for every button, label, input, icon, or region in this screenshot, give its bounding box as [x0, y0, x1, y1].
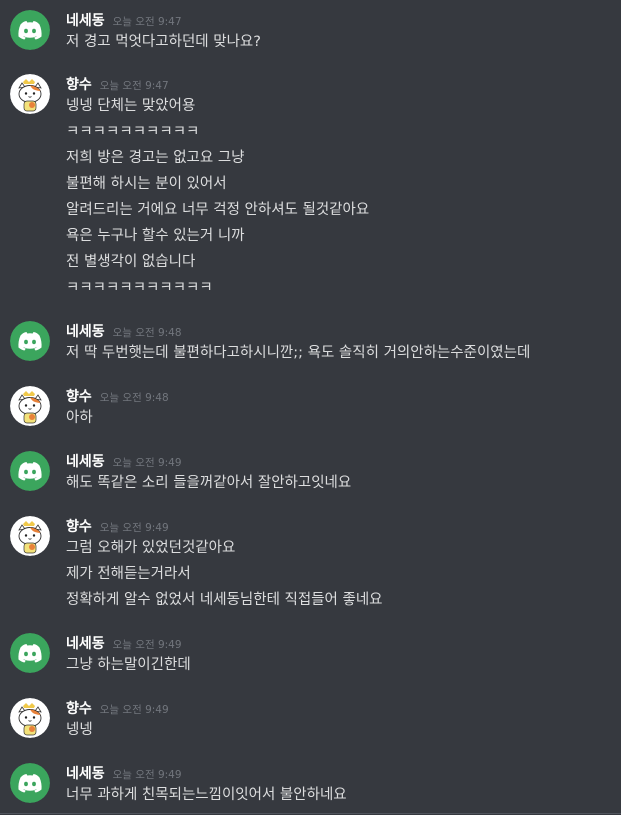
author-name[interactable]: 네세동 [66, 633, 105, 653]
message-text: 제가 전해듣는거라서 [66, 566, 191, 582]
message-text: 불편해 하시는 분이 있어서 [66, 176, 227, 192]
message-text: ㅋㅋㅋㅋㅋㅋㅋㅋㅋㅋㅋ [66, 280, 213, 296]
author-name[interactable]: 네세동 [66, 10, 105, 30]
message-timestamp: 오늘 오전 9:48 [112, 327, 182, 339]
author-name[interactable]: 향수 [66, 698, 92, 718]
message-text: 저 딱 두번햇는데 불편하다고하시니깐;; 욕도 솔직히 거의안하는수준이였는데 [66, 345, 531, 361]
message-text: 그냥 하는말이긴한데 [66, 657, 191, 673]
message-text: 정확하게 알수 없었서 네세동님한테 직접들어 좋네요 [66, 592, 383, 608]
bottom-edge [0, 813, 621, 814]
discord-logo-icon[interactable] [10, 10, 50, 50]
message-header: 향수 오늘 오전 9:49 [66, 516, 169, 536]
cat-avatar-icon[interactable] [10, 516, 50, 556]
author-name[interactable]: 향수 [66, 516, 92, 536]
message-timestamp: 오늘 오전 9:48 [99, 392, 169, 404]
message-timestamp: 오늘 오전 9:49 [99, 522, 169, 534]
message-header: 네세동 오늘 오전 9:49 [66, 451, 182, 471]
message-timestamp: 오늘 오전 9:49 [112, 457, 182, 469]
message-timestamp: 오늘 오전 9:47 [112, 16, 182, 28]
message-header: 향수 오늘 오전 9:48 [66, 386, 169, 406]
chat-message-list: 네세동 오늘 오전 9:47 저 경고 먹엇다고하던데 맞나요? 향수 오늘 오전 9:… [0, 0, 621, 815]
message-header: 네세동 오늘 오전 9:48 [66, 321, 182, 341]
message-header: 네세동 오늘 오전 9:47 [66, 10, 182, 30]
author-name[interactable]: 향수 [66, 74, 92, 94]
message-text: 해도 똑같은 소리 들을꺼같아서 잘안하고잇네요 [66, 475, 352, 491]
message-text: 넹넹 [66, 722, 93, 738]
author-name[interactable]: 향수 [66, 386, 92, 406]
discord-logo-icon[interactable] [10, 633, 50, 673]
cat-avatar-icon[interactable] [10, 698, 50, 738]
message-text: 아하 [66, 410, 93, 426]
message-text: 욕은 누구나 할수 있는거 니까 [66, 228, 245, 244]
cat-avatar-icon[interactable] [10, 74, 50, 114]
message-text: 너무 과하게 친목되는느낌이잇어서 불안하네요 [66, 787, 347, 803]
message-text: 알려드리는 거에요 너무 걱정 안하셔도 될것같아요 [66, 202, 370, 218]
message-header: 네세동 오늘 오전 9:49 [66, 763, 182, 783]
message-text: ㅋㅋㅋㅋㅋㅋㅋㅋㅋㅋ [66, 124, 200, 140]
discord-logo-icon[interactable] [10, 451, 50, 491]
message-timestamp: 오늘 오전 9:49 [112, 769, 182, 781]
discord-logo-icon[interactable] [10, 321, 50, 361]
message-text: 그럼 오해가 있었던것같아요 [66, 540, 236, 556]
message-header: 향수 오늘 오전 9:47 [66, 74, 169, 94]
message-timestamp: 오늘 오전 9:49 [99, 704, 169, 716]
message-text: 저 경고 먹엇다고하던데 맞나요? [66, 34, 261, 50]
author-name[interactable]: 네세동 [66, 321, 105, 341]
message-header: 향수 오늘 오전 9:49 [66, 698, 169, 718]
message-text: 전 별생각이 없습니다 [66, 254, 196, 270]
message-timestamp: 오늘 오전 9:49 [112, 639, 182, 651]
message-timestamp: 오늘 오전 9:47 [99, 80, 169, 92]
message-text: 저희 방은 경고는 없고요 그냥 [66, 150, 245, 166]
discord-logo-icon[interactable] [10, 763, 50, 803]
author-name[interactable]: 네세동 [66, 451, 105, 471]
message-text: 넹넹 단체는 맞았어용 [66, 98, 196, 114]
message-header: 네세동 오늘 오전 9:49 [66, 633, 182, 653]
cat-avatar-icon[interactable] [10, 386, 50, 426]
author-name[interactable]: 네세동 [66, 763, 105, 783]
